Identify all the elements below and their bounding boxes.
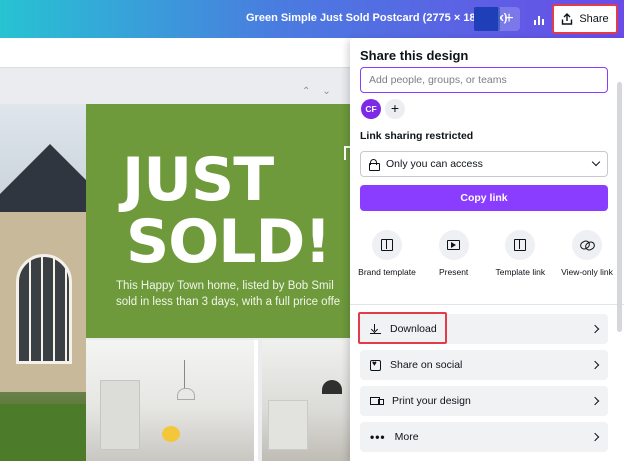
truck-icon — [370, 396, 384, 406]
copy-link-button[interactable]: Copy link — [360, 185, 608, 211]
kitchen-cabinet — [268, 400, 308, 450]
chevron-up-icon[interactable]: ⌃ — [302, 86, 322, 97]
print-design-label: Print your design — [392, 395, 471, 407]
just-sold-card[interactable]: JUST SOLD! This Happy Town home, listed … — [86, 104, 356, 338]
option-template-link[interactable]: Template link — [489, 230, 551, 300]
listing-blurb[interactable]: This Happy Town home, listed by Bob Smil… — [116, 279, 356, 310]
share-panel: Share this design CF + Link sharing rest… — [350, 38, 624, 461]
insights-button[interactable] — [526, 7, 552, 31]
chevron-right-icon — [590, 432, 600, 442]
option-icon-circle — [571, 230, 602, 260]
house-window — [16, 254, 72, 364]
access-level-value: Only you can access — [386, 158, 483, 170]
kitchen-cabinet — [100, 380, 140, 450]
option-icon-circle — [505, 230, 536, 260]
headline-sold[interactable]: SOLD! — [126, 212, 332, 272]
bar-chart-icon-bar — [542, 19, 544, 25]
print-design-action[interactable]: Print your design — [360, 386, 608, 416]
user-avatar[interactable]: CF — [361, 99, 381, 119]
panel-divider — [350, 304, 624, 305]
kitchen-photo-1[interactable] — [86, 340, 258, 461]
collaborator-avatar[interactable] — [474, 7, 500, 31]
blurb-line-1: This Happy Town home, listed by Bob Smil — [116, 280, 334, 292]
more-label: More — [394, 431, 419, 443]
top-bar: Green Simple Just Sold Postcard (2775 × … — [0, 0, 624, 38]
download-label: Download — [390, 323, 437, 335]
lock-icon — [369, 159, 380, 171]
chevron-right-icon — [590, 396, 600, 406]
house-photo[interactable] — [0, 104, 86, 461]
chevron-right-icon — [590, 324, 600, 334]
download-icon — [370, 323, 381, 335]
option-view-only-link[interactable]: View-only link — [556, 230, 618, 300]
layout-icon — [514, 239, 527, 251]
page-nav-arrows[interactable]: ⌃⌄ — [302, 86, 343, 97]
link-icon — [580, 241, 594, 249]
option-icon-circle — [372, 230, 402, 260]
lawn — [0, 404, 86, 461]
access-level-select[interactable]: Only you can access — [360, 151, 608, 177]
share-button-label: Share — [579, 13, 609, 25]
option-label: View-only link — [561, 267, 613, 277]
share-button[interactable]: Share — [552, 4, 618, 34]
share-options: Brand template Present Template link Vie… — [356, 230, 618, 300]
bar-chart-icon — [534, 20, 536, 25]
headline-just[interactable]: JUST — [122, 150, 274, 210]
option-label: Present — [439, 267, 469, 277]
pendant-lamp — [322, 380, 342, 394]
kitchen-photo-2[interactable] — [262, 340, 356, 461]
download-action[interactable]: Download — [360, 314, 608, 344]
document-title[interactable]: Green Simple Just Sold Postcard (2775 × … — [246, 12, 507, 24]
link-sharing-label: Link sharing restricted — [360, 130, 474, 142]
share-panel-title: Share this design — [360, 48, 469, 63]
pendant-lamp — [177, 360, 200, 400]
add-collaborator-button[interactable]: + — [498, 7, 520, 31]
blurb-line-2: sold in less than 3 days, with a full pr… — [116, 295, 341, 308]
add-person-button[interactable]: + — [385, 99, 405, 119]
share-icon — [562, 13, 573, 25]
chevron-down-icon — [591, 157, 601, 167]
more-icon: ••• — [370, 430, 386, 444]
bar-chart-icon-bar — [538, 16, 540, 25]
flowers — [162, 426, 180, 442]
option-icon-circle — [438, 230, 469, 260]
share-on-social-action[interactable]: Share on social — [360, 350, 608, 380]
share-on-social-label: Share on social — [390, 359, 463, 371]
house-roof — [0, 144, 86, 214]
invite-people-input[interactable] — [360, 67, 608, 93]
layout-icon — [381, 239, 393, 251]
option-present[interactable]: Present — [423, 230, 485, 300]
chevron-right-icon — [590, 360, 600, 370]
chevron-down-icon[interactable]: ⌄ — [322, 86, 342, 97]
option-brand-template[interactable]: Brand template — [356, 230, 418, 300]
option-label: Brand template — [358, 267, 416, 277]
option-label: Template link — [495, 267, 546, 277]
present-icon — [447, 240, 461, 250]
heart-icon — [370, 359, 381, 371]
more-action[interactable]: ••• More — [360, 422, 608, 452]
panel-scrollbar[interactable] — [617, 82, 622, 332]
